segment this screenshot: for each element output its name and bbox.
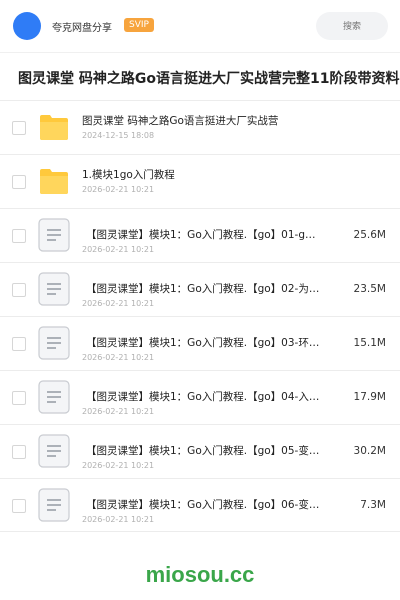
item-size: 30.2M xyxy=(353,445,386,457)
svip-badge: SVIP xyxy=(124,18,154,32)
document-icon xyxy=(38,272,70,306)
row-checkbox[interactable] xyxy=(12,283,26,297)
document-icon xyxy=(38,326,70,360)
item-size: 7.3M xyxy=(360,499,386,511)
item-date: 2026-02-21 10:21 xyxy=(82,299,155,308)
item-date: 2026-02-21 10:21 xyxy=(82,185,155,194)
document-icon xyxy=(38,488,70,522)
row-checkbox[interactable] xyxy=(12,391,26,405)
row-checkbox[interactable] xyxy=(12,445,26,459)
item-size: 25.6M xyxy=(353,229,386,241)
item-size: 15.1M xyxy=(353,337,386,349)
item-date: 2026-02-21 10:21 xyxy=(82,407,155,416)
item-name[interactable]: 【图灵课堂】模块1：Go入门教程.【go】05-变… xyxy=(86,443,324,458)
share-title-bar: 图灵课堂 码神之路Go语言挺进大厂实战营完整11阶段带资料 xyxy=(0,52,400,100)
item-date: 2024-12-15 18:08 xyxy=(82,131,155,140)
avatar[interactable] xyxy=(13,12,41,40)
row-checkbox[interactable] xyxy=(12,229,26,243)
item-name[interactable]: 【图灵课堂】模块1：Go入门教程.【go】06-变… xyxy=(86,497,324,512)
row-checkbox[interactable] xyxy=(12,337,26,351)
item-name[interactable]: 【图灵课堂】模块1：Go入门教程.【go】01-g… xyxy=(86,227,324,242)
item-name[interactable]: 1.模块1go入门教程 xyxy=(82,167,175,182)
folder-row[interactable]: 1.模块1go入门教程 2026-02-21 10:21 xyxy=(0,154,400,208)
file-row[interactable]: 【图灵课堂】模块1：Go入门教程.【go】04-入… 2026-02-21 10:… xyxy=(0,370,400,424)
app-name: 夸克网盘分享 xyxy=(52,23,112,34)
item-date: 2026-02-21 10:21 xyxy=(82,353,155,362)
row-checkbox[interactable] xyxy=(12,121,26,135)
document-icon xyxy=(38,434,70,468)
share-header: 夸克网盘分享 SVIP xyxy=(0,0,400,52)
item-size: 17.9M xyxy=(353,391,386,403)
file-row[interactable]: 【图灵课堂】模块1：Go入门教程.【go】06-变… 2026-02-21 10:… xyxy=(0,478,400,532)
file-row[interactable]: 【图灵课堂】模块1：Go入门教程.【go】05-变… 2026-02-21 10:… xyxy=(0,424,400,478)
file-row[interactable]: 【图灵课堂】模块1：Go入门教程.【go】02-为… 2026-02-21 10:… xyxy=(0,262,400,316)
row-checkbox[interactable] xyxy=(12,499,26,513)
file-list: 图灵课堂 码神之路Go语言挺进大厂实战营 2024-12-15 18:08 1.模块… xyxy=(0,100,400,532)
row-checkbox[interactable] xyxy=(12,175,26,189)
item-name[interactable]: 图灵课堂 码神之路Go语言挺进大厂实战营 xyxy=(82,113,278,128)
search-input[interactable] xyxy=(316,12,388,40)
share-title: 图灵课堂 码神之路Go语言挺进大厂实战营完整11阶段带资料 xyxy=(18,71,400,87)
item-date: 2026-02-21 10:21 xyxy=(82,245,155,254)
watermark: miosou.cc xyxy=(145,562,255,587)
file-row[interactable]: 【图灵课堂】模块1：Go入门教程.【go】03-环… 2026-02-21 10:… xyxy=(0,316,400,370)
item-name[interactable]: 【图灵课堂】模块1：Go入门教程.【go】02-为… xyxy=(86,281,324,296)
document-icon xyxy=(38,218,70,252)
folder-icon xyxy=(39,113,71,147)
folder-row[interactable]: 图灵课堂 码神之路Go语言挺进大厂实战营 2024-12-15 18:08 xyxy=(0,100,400,154)
item-date: 2026-02-21 10:21 xyxy=(82,515,155,524)
item-date: 2026-02-21 10:21 xyxy=(82,461,155,470)
file-row[interactable]: 【图灵课堂】模块1：Go入门教程.【go】01-g… 2026-02-21 10:… xyxy=(0,208,400,262)
item-name[interactable]: 【图灵课堂】模块1：Go入门教程.【go】04-入… xyxy=(86,389,324,404)
item-name[interactable]: 【图灵课堂】模块1：Go入门教程.【go】03-环… xyxy=(86,335,324,350)
item-size: 23.5M xyxy=(353,283,386,295)
document-icon xyxy=(38,380,70,414)
folder-icon xyxy=(39,167,71,201)
